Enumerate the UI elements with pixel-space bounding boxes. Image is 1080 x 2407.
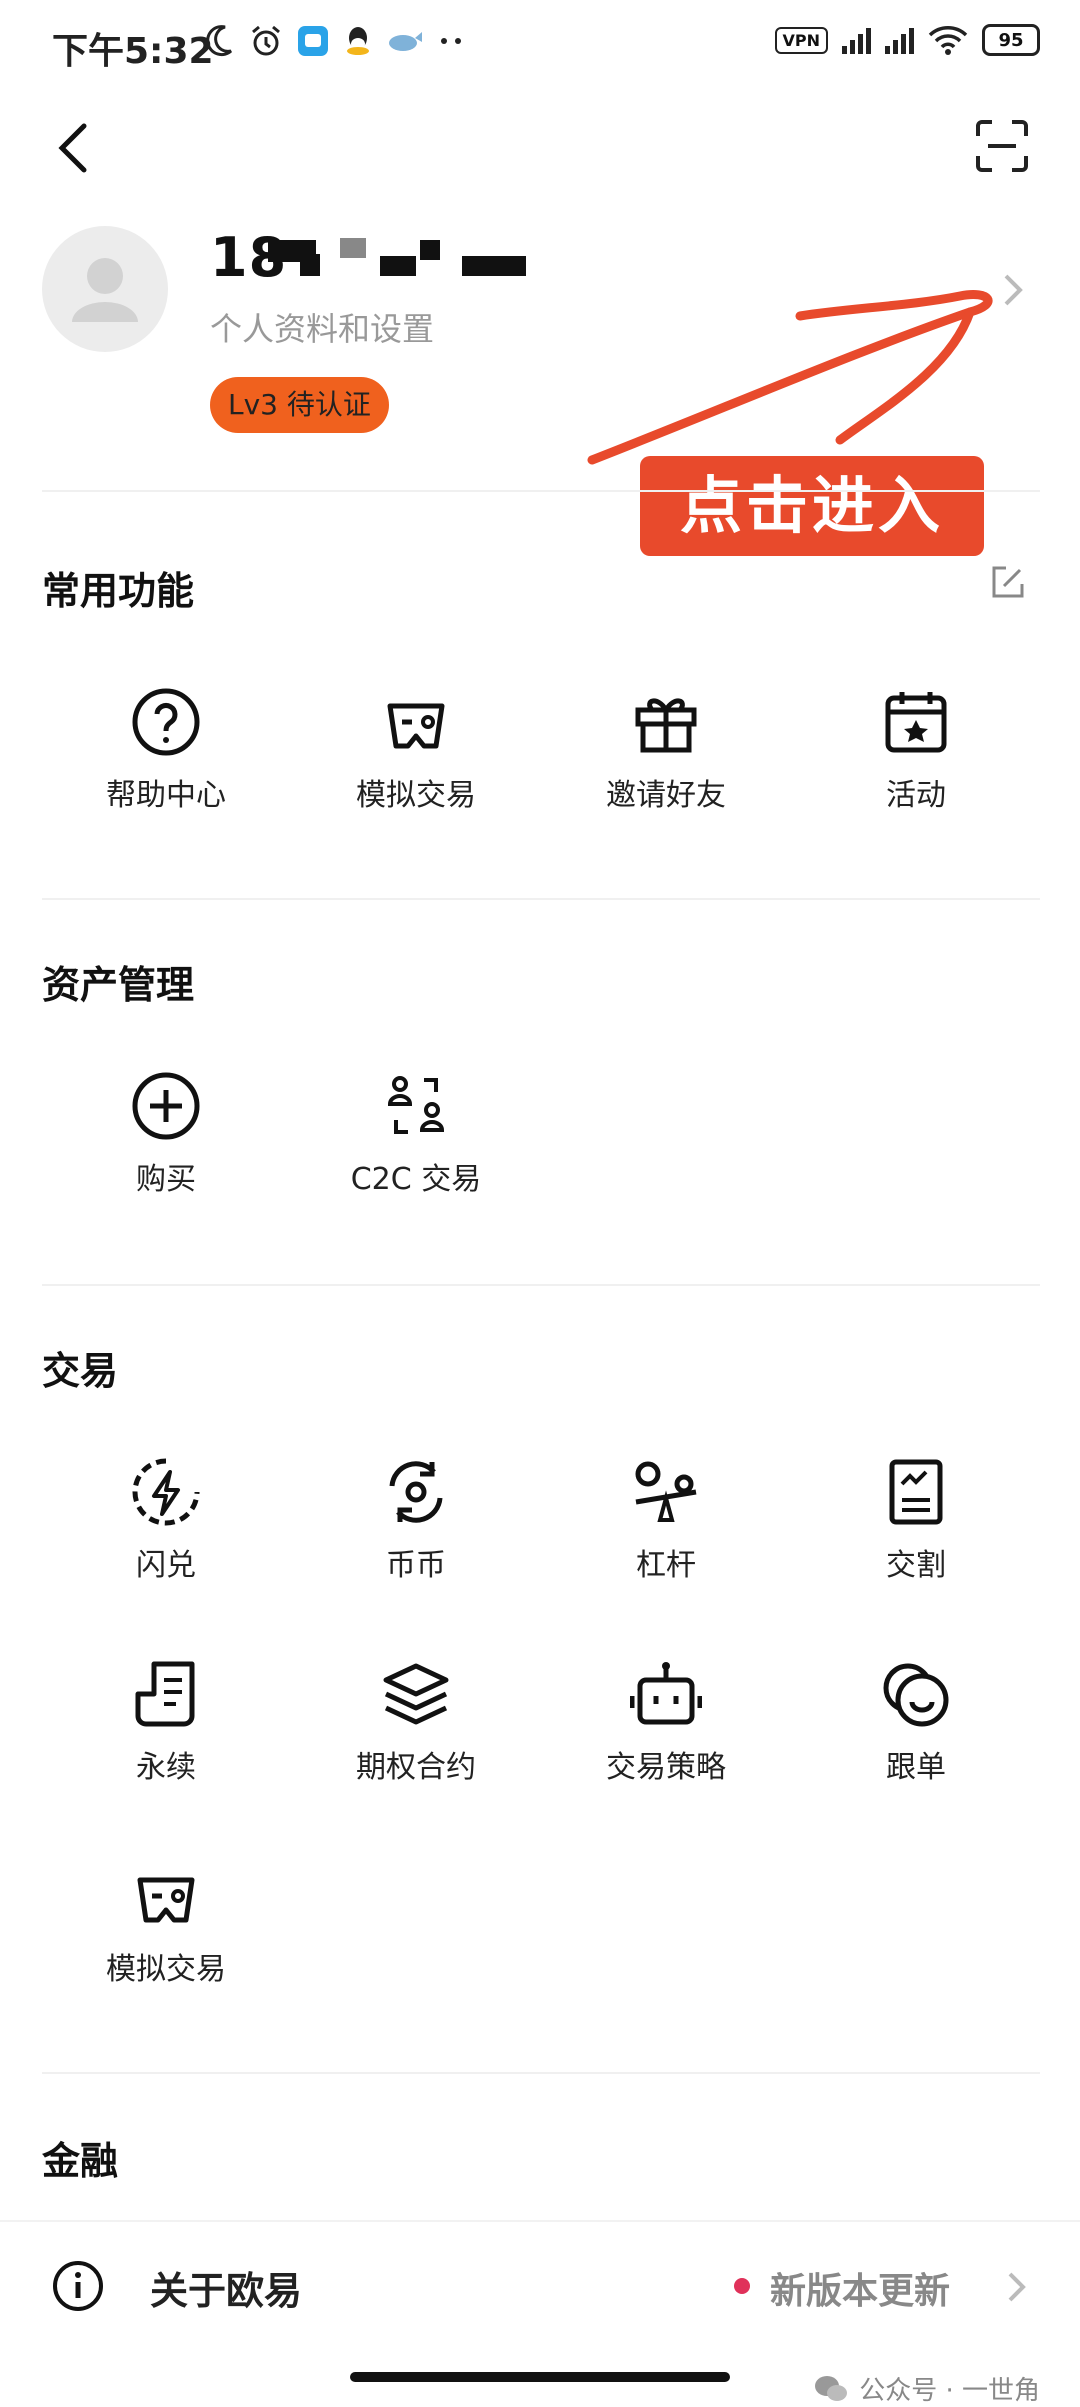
grid-item-options[interactable]: 期权合约 <box>296 1658 536 1786</box>
divider <box>42 2072 1040 2074</box>
divider <box>42 490 1040 492</box>
whale-icon <box>389 32 422 51</box>
battery-indicator: 95 <box>982 24 1040 56</box>
annotation-arrow-icon <box>587 290 993 465</box>
masked-phone-block <box>340 238 366 258</box>
grid-item-label: 模拟交易 <box>106 1952 226 1987</box>
moon-icon <box>206 25 233 57</box>
plus-circle-icon <box>132 1072 200 1140</box>
gamepad-icon <box>137 1877 195 1923</box>
gift-icon <box>635 698 697 753</box>
layers-icon <box>383 1663 449 1725</box>
chevron-right-icon <box>1004 274 1023 306</box>
info-icon <box>53 2261 103 2311</box>
grid-item-label: 币币 <box>386 1548 446 1583</box>
lever-icon <box>635 1461 697 1522</box>
grid-item-label: 帮助中心 <box>106 778 226 813</box>
grid-item-perpetual[interactable]: 永续 <box>46 1658 286 1786</box>
status-time: 下午5:32 <box>52 31 214 72</box>
section-title-finance: 金融 <box>42 2139 119 2183</box>
grid-item-label: 购买 <box>136 1162 196 1197</box>
grid-item-simulated-trading[interactable]: 模拟交易 <box>296 686 536 814</box>
qq-icon <box>347 27 369 55</box>
grid-item-label: 永续 <box>136 1750 196 1785</box>
grid-item-label: 邀请好友 <box>606 778 726 813</box>
status-left-icons <box>205 24 467 58</box>
signal-icon <box>842 26 871 54</box>
avatar[interactable] <box>42 226 168 352</box>
grid-item-label: 跟单 <box>886 1750 946 1785</box>
document-chart-icon <box>889 1459 943 1525</box>
c2c-swap-icon <box>387 1076 445 1134</box>
masked-phone-block <box>300 254 320 276</box>
grid-item-buy[interactable]: 购买 <box>46 1070 286 1198</box>
grid-item-trading-bot[interactable]: 交易策略 <box>546 1658 786 1786</box>
app-icon <box>298 26 328 56</box>
grid-item-margin[interactable]: 杠杆 <box>546 1456 786 1584</box>
more-dots-icon <box>441 38 461 44</box>
receipt-icon <box>135 1661 195 1727</box>
grid-item-flash-swap[interactable]: 闪兑 <box>46 1456 286 1584</box>
grid-item-label: 闪兑 <box>136 1548 196 1583</box>
about-row[interactable]: 关于欧易 新版本更新 <box>0 2220 1080 2352</box>
grid-item-label: 活动 <box>886 778 946 813</box>
lightning-circle-icon <box>132 1458 200 1526</box>
back-icon[interactable] <box>50 118 98 178</box>
grid-item-label: 交割 <box>886 1548 946 1583</box>
chevron-right-icon <box>1008 2272 1026 2302</box>
profile-subtitle: 个人资料和设置 <box>210 310 435 348</box>
user-icon <box>72 258 138 322</box>
grid-item-copy-trading[interactable]: 跟单 <box>796 1658 1036 1786</box>
robot-icon <box>630 1662 702 1725</box>
grid-item-label: C2C 交易 <box>350 1162 482 1197</box>
copy-circles-icon <box>883 1663 949 1727</box>
masked-phone-block <box>420 240 440 260</box>
section-title-assets: 资产管理 <box>42 963 195 1007</box>
grid-item-spot[interactable]: 币币 <box>296 1456 536 1584</box>
home-indicator[interactable] <box>350 2372 730 2382</box>
scan-icon[interactable] <box>974 118 1030 174</box>
level-badge[interactable]: Lv3 待认证 <box>210 377 389 433</box>
divider <box>42 898 1040 900</box>
swap-coin-icon <box>389 1461 443 1523</box>
section-title-common: 常用功能 <box>42 569 195 613</box>
divider <box>42 1284 1040 1286</box>
masked-phone-block <box>380 256 416 276</box>
edit-icon[interactable] <box>988 562 1028 602</box>
grid-item-label: 模拟交易 <box>356 778 476 813</box>
about-label: 关于欧易 <box>150 2269 303 2313</box>
grid-item-label: 交易策略 <box>606 1750 726 1785</box>
grid-item-activity[interactable]: 活动 <box>796 686 1036 814</box>
masked-phone-block <box>462 256 526 276</box>
watermark: 公众号 · 一世角 <box>813 2370 1040 2407</box>
wechat-icon <box>815 2375 848 2401</box>
grid-item-label: 杠杆 <box>636 1548 696 1583</box>
grid-item-invite-friends[interactable]: 邀请好友 <box>546 686 786 814</box>
wifi-icon <box>928 26 968 55</box>
grid-item-delivery[interactable]: 交割 <box>796 1456 1036 1584</box>
update-dot <box>734 2278 750 2294</box>
status-right: VPN 95 <box>774 24 1040 56</box>
alarm-icon <box>252 25 280 56</box>
gamepad-icon <box>387 703 445 749</box>
help-icon <box>132 688 200 756</box>
vpn-badge: VPN <box>774 26 828 54</box>
calendar-icon <box>885 692 947 753</box>
section-title-trade: 交易 <box>42 1349 119 1393</box>
grid-item-c2c-trade[interactable]: C2C 交易 <box>296 1070 536 1198</box>
status-bar: 下午5:32 VPN 95 <box>0 0 1080 90</box>
update-label: 新版本更新 <box>770 2271 951 2312</box>
signal-icon-2 <box>885 26 914 54</box>
grid-item-label: 期权合约 <box>356 1750 476 1785</box>
watermark-text: 公众号 · 一世角 <box>859 2376 1040 2406</box>
grid-item-simulated-trading-2[interactable]: 模拟交易 <box>46 1860 286 1988</box>
annotation-label: 点击进入 <box>640 456 984 556</box>
grid-item-help-center[interactable]: 帮助中心 <box>46 686 286 814</box>
